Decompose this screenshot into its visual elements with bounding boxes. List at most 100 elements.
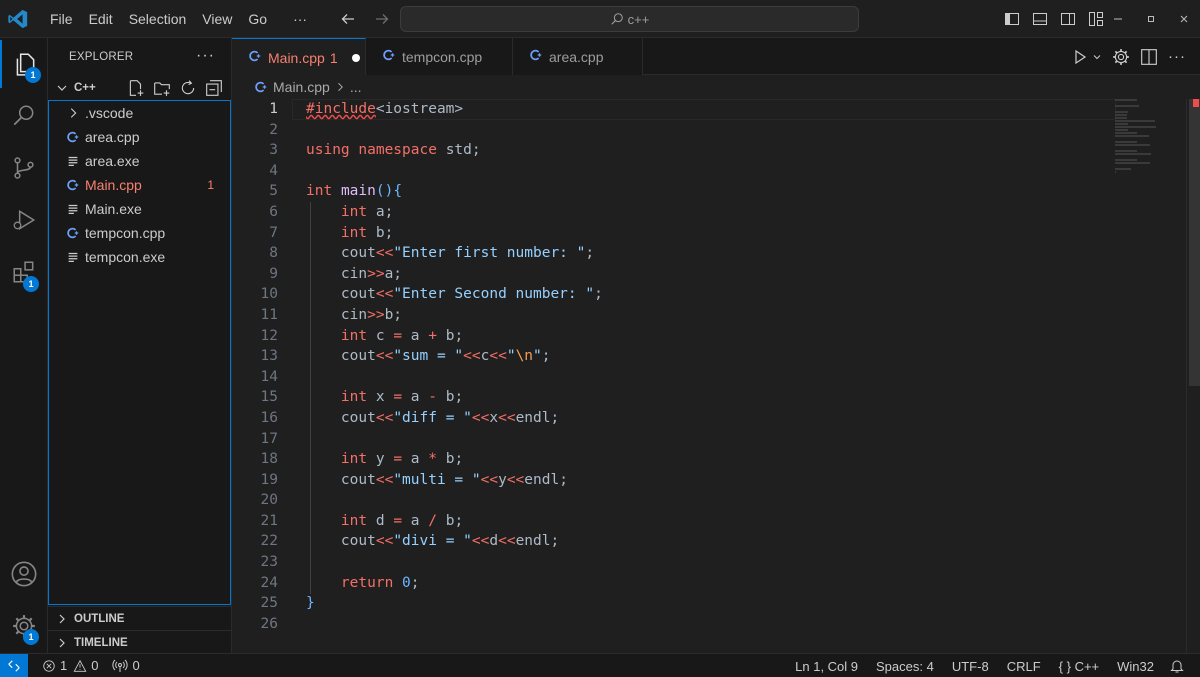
cursor-position[interactable]: Ln 1, Col 9 [787,659,866,674]
code-line[interactable]: cin>>a; [306,264,1106,285]
code-line[interactable]: int b; [306,223,1106,244]
file-tree-item-area-exe[interactable]: area.exe [49,149,230,173]
ports-status[interactable]: 0 [112,658,140,673]
code-line[interactable]: ​ [306,490,1106,511]
code-line[interactable]: ​ [306,120,1106,141]
explorer-badge: 1 [25,67,41,83]
search-activity-icon[interactable] [0,92,48,140]
vertical-scrollbar[interactable] [1186,99,1200,653]
code-content[interactable]: #include<iostream>​using namespace std;​… [306,99,1106,634]
platform[interactable]: Win32 [1109,659,1162,674]
command-center-search[interactable]: c++ [400,6,859,32]
minimap[interactable] [1115,99,1185,653]
accounts-icon[interactable] [0,550,48,598]
code-line[interactable]: using namespace std; [306,140,1106,161]
file-tree-item-vscode[interactable]: .vscode [49,101,230,125]
code-line[interactable]: ​ [306,552,1106,573]
timeline-section[interactable]: TIMELINE [48,630,232,654]
file-tree-item-Main-cpp[interactable]: Main.cpp 1 [49,173,230,197]
settings-gear-icon[interactable] [1112,48,1130,66]
line-number: 23 [260,554,278,571]
workspace-folder-label: C++ [74,82,96,94]
code-editor[interactable]: 1 2 3 4 5 6 7 8 9 10 11 12 13 14 15 16 17 18 19 20 21 22 23 24 2… [232,99,1200,653]
new-folder-icon[interactable] [153,79,171,97]
code-line[interactable]: cout<<"sum = "<<c<<"\n"; [306,346,1106,367]
minimap-line [1115,168,1131,170]
refresh-icon[interactable] [179,79,197,97]
forward-arrow-icon[interactable] [372,8,392,30]
toggle-primary-sidebar-icon[interactable] [1002,8,1022,30]
breadcrumb: Main.cpp ... [232,75,1200,99]
code-line[interactable]: int d = a / b; [306,511,1106,532]
encoding[interactable]: UTF-8 [944,659,997,674]
code-line[interactable]: ​ [306,161,1106,182]
code-line[interactable]: ​ [306,367,1106,388]
back-arrow-icon[interactable] [338,8,358,30]
code-line[interactable]: ​ [306,614,1106,635]
indentation[interactable]: Spaces: 4 [868,659,942,674]
new-file-icon[interactable] [127,79,145,97]
menu-go[interactable]: Go [240,0,275,38]
tab-main-cpp[interactable]: Main.cpp 1 [232,38,366,76]
file-tree-item-tempcon-exe[interactable]: tempcon.exe [49,245,230,269]
code-line[interactable]: return 0; [306,573,1106,594]
minimap-line [1115,123,1129,125]
close-icon[interactable] [1167,0,1200,38]
workspace-folder[interactable]: C++ [48,76,231,100]
code-line[interactable]: int y = a * b; [306,449,1106,470]
explorer-more-icon[interactable]: ··· [196,47,215,65]
language-mode[interactable]: { } C++ [1051,659,1108,674]
menu-selection[interactable]: Selection [121,0,195,38]
code-line[interactable]: int main(){ [306,181,1106,202]
notifications-bell-icon[interactable] [1162,658,1192,674]
menu-more-icon[interactable]: ··· [285,0,315,38]
collapse-all-icon[interactable] [205,79,223,97]
toggle-secondary-sidebar-icon[interactable] [1058,8,1078,30]
tab-tempcon-cpp[interactable]: tempcon.cpp [366,38,513,75]
breadcrumb-symbol[interactable]: ... [350,79,362,95]
menu-edit[interactable]: Edit [81,0,121,38]
code-line[interactable]: cout<<"Enter first number: "; [306,243,1106,264]
source-control-icon[interactable] [0,144,48,192]
code-token: " [506,348,516,365]
end-of-line[interactable]: CRLF [999,659,1049,674]
outline-section[interactable]: OUTLINE [48,606,232,630]
minimize-icon[interactable] [1101,0,1134,38]
code-token: << [375,533,394,550]
tab-area-cpp[interactable]: area.cpp [513,38,643,75]
file-tree-item-area-cpp[interactable]: area.cpp [49,125,230,149]
code-line[interactable]: cout<<"divi = "<<d<<endl; [306,531,1106,552]
code-line[interactable]: cout<<"diff = "<<x<<endl; [306,408,1106,429]
file-tree-item-Main-exe[interactable]: Main.exe [49,197,230,221]
code-line[interactable]: int a; [306,202,1106,223]
file-tree-item-tempcon-cpp[interactable]: tempcon.cpp [49,221,230,245]
menu-file[interactable]: File [42,0,81,38]
code-line[interactable]: cout<<"multi = "<<y<<endl; [306,470,1106,491]
code-token: int [340,512,368,529]
code-line[interactable]: int c = a + b; [306,326,1106,347]
remote-indicator-icon[interactable] [0,653,28,677]
breadcrumb-file[interactable]: Main.cpp [273,79,330,95]
code-line[interactable]: #include<iostream> [306,99,1106,120]
run-icon[interactable] [1072,49,1088,65]
extensions-icon[interactable]: 1 [0,248,48,296]
split-editor-icon[interactable] [1140,48,1158,66]
explorer-icon[interactable]: 1 [0,40,48,88]
run-and-debug-icon[interactable] [0,196,48,244]
manage-gear-icon[interactable]: 1 [0,602,48,650]
more-actions-icon[interactable]: ··· [1168,48,1186,65]
code-line[interactable]: ​ [306,429,1106,450]
scrollbar-thumb[interactable] [1189,99,1200,386]
code-line[interactable]: cin>>b; [306,305,1106,326]
run-dropdown-chevron-icon[interactable] [1092,52,1102,62]
unsaved-dot-icon[interactable] [351,53,360,62]
toggle-panel-icon[interactable] [1030,8,1050,30]
chevron-right-icon [65,106,81,120]
problems-status[interactable]: 1 0 0 [42,658,140,673]
file-tree-label: tempcon.exe [85,249,166,265]
code-line[interactable]: } [306,593,1106,614]
code-line[interactable]: cout<<"Enter Second number: "; [306,284,1106,305]
menu-view[interactable]: View [194,0,240,38]
code-line[interactable]: int x = a - b; [306,387,1106,408]
restore-icon[interactable] [1134,0,1167,38]
